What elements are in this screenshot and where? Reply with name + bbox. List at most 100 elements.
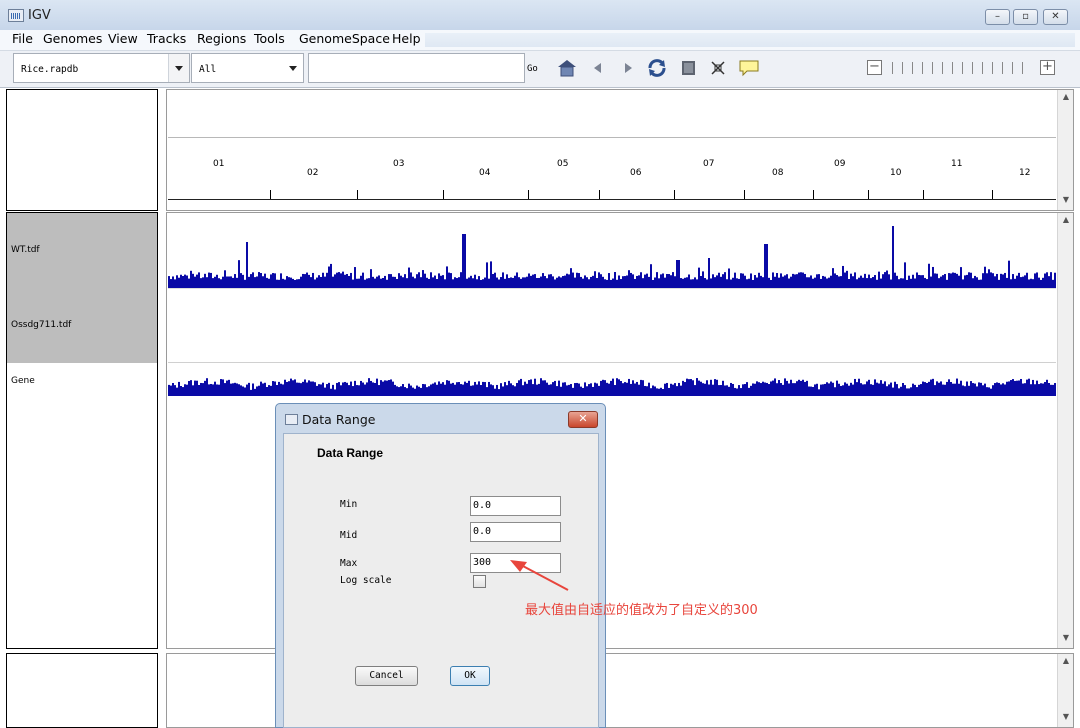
menu-file[interactable]: File bbox=[12, 31, 33, 46]
minimize-button[interactable]: – bbox=[985, 9, 1010, 25]
coverage-bar bbox=[526, 276, 528, 288]
data-scrollbar[interactable]: ▲ ▼ bbox=[1057, 213, 1073, 648]
gene-density-bar bbox=[422, 383, 424, 396]
coverage-bar bbox=[998, 279, 1000, 288]
gene-density-bar bbox=[276, 385, 278, 396]
min-input[interactable]: 0.0 bbox=[470, 496, 561, 516]
gene-density-bar bbox=[440, 383, 442, 396]
menu-help[interactable]: Help bbox=[392, 31, 421, 46]
coverage-bar bbox=[730, 279, 732, 288]
feature-scrollbar[interactable]: ▲ ▼ bbox=[1057, 654, 1073, 727]
coverage-bar bbox=[328, 266, 330, 288]
gene-density-bar bbox=[820, 384, 822, 396]
gene-density-bar bbox=[580, 386, 582, 396]
mid-input[interactable]: 0.0 bbox=[470, 522, 561, 542]
ok-button[interactable]: OK bbox=[450, 666, 490, 686]
gene-density-bar bbox=[306, 382, 308, 396]
coverage-bar bbox=[782, 276, 784, 288]
dialog-close-button[interactable]: ✕ bbox=[568, 411, 598, 428]
coverage-bar bbox=[312, 272, 314, 288]
coverage-bar bbox=[952, 272, 954, 288]
gene-density-bar bbox=[694, 385, 696, 396]
coverage-bar bbox=[900, 278, 902, 288]
zoom-slider[interactable] bbox=[892, 62, 1032, 74]
coverage-bar bbox=[454, 277, 456, 288]
back-arrow-icon[interactable] bbox=[587, 58, 609, 78]
track-name-wt[interactable]: WT.tdf bbox=[11, 245, 40, 255]
gene-density-bar bbox=[696, 378, 698, 396]
coverage-bar bbox=[858, 277, 860, 288]
gene-density-bar bbox=[432, 383, 434, 396]
track-name-gene[interactable]: Gene bbox=[11, 376, 35, 386]
chevron-down-icon bbox=[289, 66, 297, 71]
chr-label-01[interactable]: 01 bbox=[213, 159, 224, 169]
gene-density-bar bbox=[858, 378, 860, 396]
chr-label-03[interactable]: 03 bbox=[393, 159, 404, 169]
region-navigator-icon[interactable] bbox=[707, 58, 729, 78]
gene-density-bar bbox=[970, 381, 972, 396]
coverage-bar bbox=[834, 273, 836, 288]
chr-label-12[interactable]: 12 bbox=[1019, 168, 1030, 178]
gene-density-bar bbox=[264, 382, 266, 396]
coverage-bar bbox=[686, 277, 688, 288]
chr-label-02[interactable]: 02 bbox=[307, 168, 318, 178]
chr-label-06[interactable]: 06 bbox=[630, 168, 641, 178]
coverage-bar bbox=[514, 275, 516, 288]
gene-density-bar bbox=[634, 383, 636, 396]
coverage-bar bbox=[878, 271, 880, 288]
zoom-out-button[interactable]: − bbox=[867, 60, 882, 75]
chr-label-10[interactable]: 10 bbox=[890, 168, 901, 178]
coverage-bar bbox=[556, 277, 558, 288]
gene-density-bar bbox=[372, 382, 374, 396]
zoom-in-button[interactable]: + bbox=[1040, 60, 1055, 75]
genome-dropdown[interactable]: Rice.rapdb bbox=[13, 53, 190, 83]
menu-tools[interactable]: Tools bbox=[254, 31, 285, 46]
coverage-bar bbox=[840, 276, 842, 288]
locus-search-input[interactable] bbox=[308, 53, 525, 83]
chr-label-07[interactable]: 07 bbox=[703, 159, 714, 169]
coverage-bar bbox=[1014, 278, 1016, 288]
coverage-bar bbox=[824, 276, 826, 288]
track-name-ossdg711[interactable]: Ossdg711.tdf bbox=[11, 320, 71, 330]
gene-density-bar bbox=[244, 387, 246, 396]
coverage-bar bbox=[264, 273, 266, 288]
gene-density-track[interactable] bbox=[168, 366, 1056, 396]
gene-density-bar bbox=[492, 385, 494, 396]
wt-coverage-track[interactable] bbox=[168, 220, 1056, 288]
menu-regions[interactable]: Regions bbox=[197, 31, 246, 46]
menu-genomespace[interactable]: GenomeSpace bbox=[299, 31, 390, 46]
resize-to-window-icon[interactable] bbox=[677, 58, 699, 78]
log-scale-checkbox[interactable] bbox=[473, 575, 486, 588]
menu-genomes[interactable]: Genomes bbox=[43, 31, 102, 46]
popup-text-icon[interactable] bbox=[738, 58, 760, 78]
chr-label-04[interactable]: 04 bbox=[479, 168, 490, 178]
cancel-button[interactable]: Cancel bbox=[355, 666, 418, 686]
gene-density-bar bbox=[822, 384, 824, 396]
chr-label-09[interactable]: 09 bbox=[834, 159, 845, 169]
chromosome-dropdown[interactable]: All bbox=[191, 53, 304, 83]
dialog-title: Data Range bbox=[302, 412, 376, 427]
coverage-bar bbox=[774, 276, 776, 288]
ruler-scrollbar[interactable]: ▲ ▼ bbox=[1057, 90, 1073, 210]
home-icon[interactable] bbox=[556, 58, 578, 78]
gene-density-bar bbox=[426, 387, 428, 396]
ruler-panel[interactable] bbox=[166, 89, 1074, 211]
close-window-button[interactable]: ✕ bbox=[1043, 9, 1068, 25]
chr-label-11[interactable]: 11 bbox=[951, 159, 962, 169]
coverage-bar bbox=[906, 279, 908, 288]
menu-tracks[interactable]: Tracks bbox=[147, 31, 186, 46]
forward-arrow-icon[interactable] bbox=[617, 58, 639, 78]
refresh-icon[interactable] bbox=[646, 58, 668, 78]
gene-density-bar bbox=[752, 383, 754, 396]
coverage-bar bbox=[1016, 275, 1018, 288]
chr-label-05[interactable]: 05 bbox=[557, 159, 568, 169]
gene-density-bar bbox=[950, 382, 952, 396]
coverage-bar bbox=[604, 279, 606, 288]
maximize-button[interactable]: ▫ bbox=[1013, 9, 1038, 25]
coverage-bar bbox=[316, 277, 318, 288]
go-button[interactable]: Go bbox=[527, 64, 538, 74]
gene-density-bar bbox=[896, 384, 898, 396]
gene-density-bar bbox=[854, 378, 856, 396]
menu-view[interactable]: View bbox=[108, 31, 138, 46]
chr-label-08[interactable]: 08 bbox=[772, 168, 783, 178]
